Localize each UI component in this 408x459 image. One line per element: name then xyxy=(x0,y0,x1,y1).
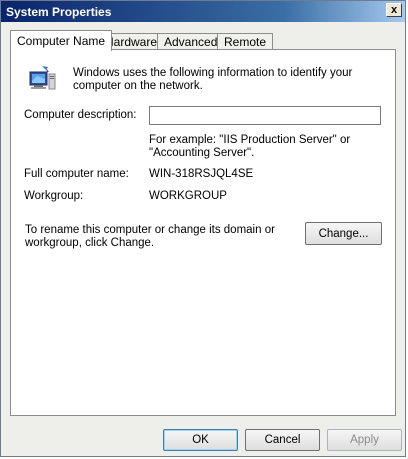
rename-instructions-text: To rename this computer or change its do… xyxy=(25,224,275,249)
full-computer-name-value: WIN-318RSJQL4SE xyxy=(149,168,254,180)
intro-text: Windows uses the following information t… xyxy=(73,67,353,92)
window-title: System Properties xyxy=(6,5,112,19)
close-icon: x xyxy=(390,4,398,16)
computer-description-input[interactable] xyxy=(149,106,381,125)
ok-button[interactable]: OK xyxy=(163,429,238,451)
close-button[interactable]: x xyxy=(386,3,402,17)
system-properties-window: System Properties x Computer Name Hardwa… xyxy=(0,0,406,457)
change-button[interactable]: Change... xyxy=(305,222,382,245)
tab-computer-name[interactable]: Computer Name xyxy=(10,30,113,51)
workgroup-label: Workgroup: xyxy=(24,190,84,202)
tab-remote[interactable]: Remote xyxy=(217,33,274,50)
apply-button[interactable]: Apply xyxy=(327,429,402,451)
computer-description-label: Computer description: xyxy=(24,109,137,121)
full-computer-name-label: Full computer name: xyxy=(24,168,129,180)
computer-name-panel: Windows uses the following information t… xyxy=(10,49,396,416)
tab-advanced[interactable]: Advanced xyxy=(157,33,225,50)
title-bar[interactable]: System Properties x xyxy=(1,1,405,22)
cancel-button[interactable]: Cancel xyxy=(245,429,320,451)
workgroup-value: WORKGROUP xyxy=(149,190,227,202)
computer-icon xyxy=(29,66,56,90)
description-example-text: For example: "IIS Production Server" or … xyxy=(149,134,351,159)
